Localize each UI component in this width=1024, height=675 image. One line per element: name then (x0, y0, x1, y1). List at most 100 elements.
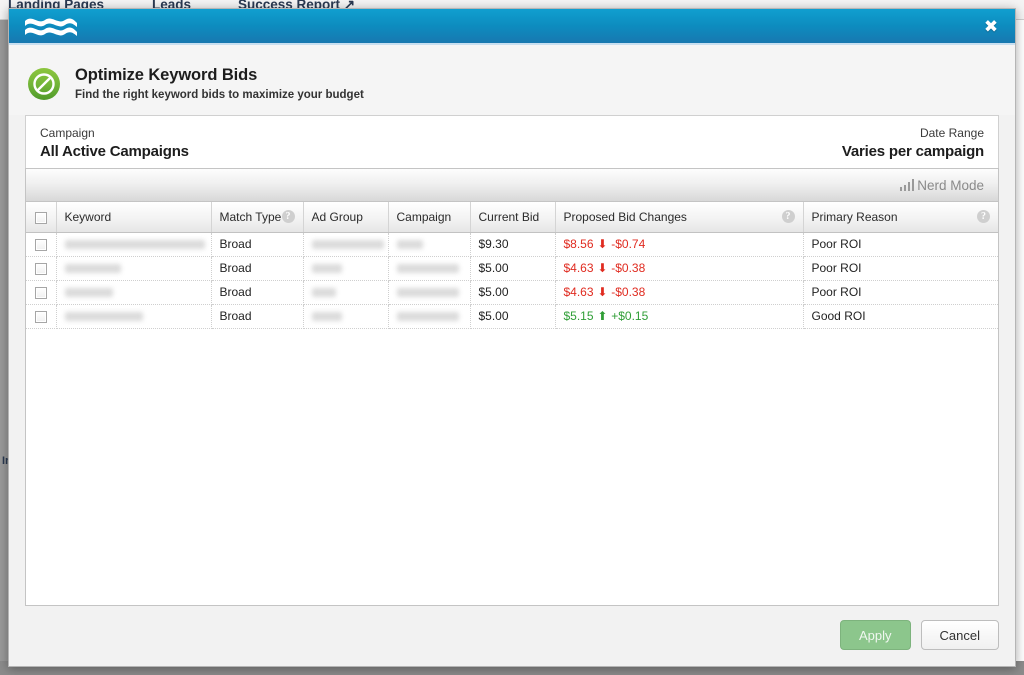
arrow-up-icon: ⬆ (593, 309, 612, 323)
cell-primary-reason: Poor ROI (803, 256, 998, 281)
column-header-label: Keyword (64, 209, 112, 224)
table-toolbar: Nerd Mode (25, 168, 999, 202)
arrow-down-icon: ⬇ (593, 261, 612, 275)
cell-keyword (56, 304, 212, 329)
cell-proposed-bid-change: $8.56 ⬇ -$0.74 (555, 232, 804, 257)
column-header-adgroup[interactable]: Ad Group (303, 202, 389, 233)
wave-logo (25, 18, 77, 36)
column-header-match[interactable]: Match Type? (211, 202, 304, 233)
table-empty-area (26, 328, 998, 605)
cell-current-bid: $5.00 (470, 256, 556, 281)
cell-campaign (388, 280, 471, 305)
bid-delta-value: +$0.15 (611, 309, 649, 323)
campaign-summary: Campaign All Active Campaigns (40, 126, 189, 160)
column-header-campaign[interactable]: Campaign (388, 202, 471, 233)
row-checkbox[interactable] (34, 310, 47, 323)
modal-header-text: Optimize Keyword Bids Find the right key… (75, 65, 364, 101)
table-row[interactable]: Broad $5.00 $4.63 ⬇ -$0.38 Poor ROI (26, 280, 998, 305)
cancel-button[interactable]: Cancel (920, 620, 999, 650)
row-checkbox-cell[interactable] (26, 280, 57, 305)
cell-match-type: Broad (211, 280, 304, 305)
redacted-text (64, 240, 205, 250)
redacted-text (396, 312, 459, 322)
table-body: Broad $9.30 $8.56 ⬇ -$0.74 Poor ROI Broad $5.… (26, 232, 998, 329)
cell-primary-reason: Poor ROI (803, 232, 998, 257)
bid-delta-value: -$0.74 (611, 237, 646, 251)
column-header-keyword[interactable]: Keyword (56, 202, 212, 233)
cell-match-type: Broad (211, 232, 304, 257)
cell-current-bid: $5.00 (470, 280, 556, 305)
date-range-label: Date Range (919, 126, 984, 140)
cell-primary-reason: Poor ROI (803, 280, 998, 305)
table-row[interactable]: Broad $9.30 $8.56 ⬇ -$0.74 Poor ROI (26, 232, 998, 257)
select-all-checkbox[interactable] (34, 211, 47, 224)
cell-match-type: Broad (211, 304, 304, 329)
cell-primary-reason: Good ROI (803, 304, 998, 329)
column-header-check[interactable] (26, 202, 57, 233)
cell-keyword (56, 232, 212, 257)
cell-ad-group (303, 280, 389, 305)
cell-current-bid: $5.00 (470, 304, 556, 329)
help-icon[interactable]: ? (781, 210, 795, 224)
column-header-label: Ad Group (311, 209, 363, 224)
apply-button[interactable]: Apply (840, 620, 911, 650)
column-header-label: Campaign (396, 209, 452, 224)
page-subtitle: Find the right keyword bids to maximize … (75, 89, 364, 101)
redacted-text (311, 240, 384, 250)
date-range-summary: Date Range Varies per campaign (842, 126, 984, 160)
redacted-text (396, 240, 423, 250)
column-header-proposed[interactable]: Proposed Bid Changes? (555, 202, 804, 233)
column-header-bid[interactable]: Current Bid (470, 202, 556, 233)
table-row[interactable]: Broad $5.00 $4.63 ⬇ -$0.38 Poor ROI (26, 256, 998, 281)
keyword-bids-table-container: Keyword Match Type? Ad Group Campaign Curren… (25, 202, 999, 606)
redacted-text (396, 288, 459, 298)
table-header: Keyword Match Type? Ad Group Campaign Curren… (26, 202, 998, 233)
redacted-text (311, 288, 336, 298)
row-checkbox-cell[interactable] (26, 304, 57, 329)
modal-body: Campaign All Active Campaigns Date Range… (9, 115, 1015, 606)
nerd-mode-button[interactable]: Nerd Mode (899, 177, 984, 193)
arrow-down-icon: ⬇ (593, 285, 612, 299)
column-header-reason[interactable]: Primary Reason? (803, 202, 998, 233)
cell-proposed-bid-change: $4.63 ⬇ -$0.38 (555, 256, 804, 281)
optimize-keyword-bids-modal: ✖ Optimize Keyword Bids Find the right k… (8, 8, 1016, 667)
date-range-value: Varies per campaign (841, 143, 984, 160)
cell-current-bid: $9.30 (470, 232, 556, 257)
column-header-label: Match Type (219, 209, 282, 224)
redacted-text (311, 264, 342, 274)
proposed-bid-value: $4.63 (563, 285, 594, 299)
proposed-bid-value: $5.15 (563, 309, 594, 323)
campaign-label: Campaign (40, 126, 95, 140)
keyword-bids-table: Keyword Match Type? Ad Group Campaign Curren… (26, 202, 998, 329)
signal-bars-icon (899, 179, 915, 191)
row-checkbox[interactable] (34, 238, 47, 251)
help-icon[interactable]: ? (281, 210, 295, 224)
nerd-mode-label: Nerd Mode (917, 177, 984, 193)
row-checkbox[interactable] (34, 286, 47, 299)
table-row[interactable]: Broad $5.00 $5.15 ⬆ +$0.15 Good ROI (26, 304, 998, 329)
modal-titlebar: ✖ (9, 9, 1015, 45)
cell-ad-group (303, 304, 389, 329)
redacted-text (64, 264, 121, 274)
page-title: Optimize Keyword Bids (75, 66, 258, 84)
cell-campaign (388, 304, 471, 329)
proposed-bid-value: $4.63 (563, 261, 594, 275)
row-checkbox-cell[interactable] (26, 256, 57, 281)
table-header-row: Keyword Match Type? Ad Group Campaign Curren… (26, 202, 998, 233)
close-icon[interactable]: ✖ (981, 17, 1001, 37)
cell-match-type: Broad (211, 256, 304, 281)
cell-campaign (388, 232, 471, 257)
help-icon[interactable]: ? (977, 210, 990, 224)
modal-header: Optimize Keyword Bids Find the right key… (9, 45, 1015, 115)
summary-panel: Campaign All Active Campaigns Date Range… (25, 115, 999, 168)
proposed-bid-value: $8.56 (563, 237, 594, 251)
modal-footer: Apply Cancel (9, 606, 1015, 666)
prohibited-circle-icon (28, 68, 60, 100)
cell-ad-group (303, 232, 389, 257)
row-checkbox-cell[interactable] (26, 232, 57, 257)
cell-keyword (56, 256, 212, 281)
column-header-label: Proposed Bid Changes (563, 209, 687, 224)
cell-keyword (56, 280, 212, 305)
redacted-text (64, 288, 113, 298)
row-checkbox[interactable] (34, 262, 47, 275)
